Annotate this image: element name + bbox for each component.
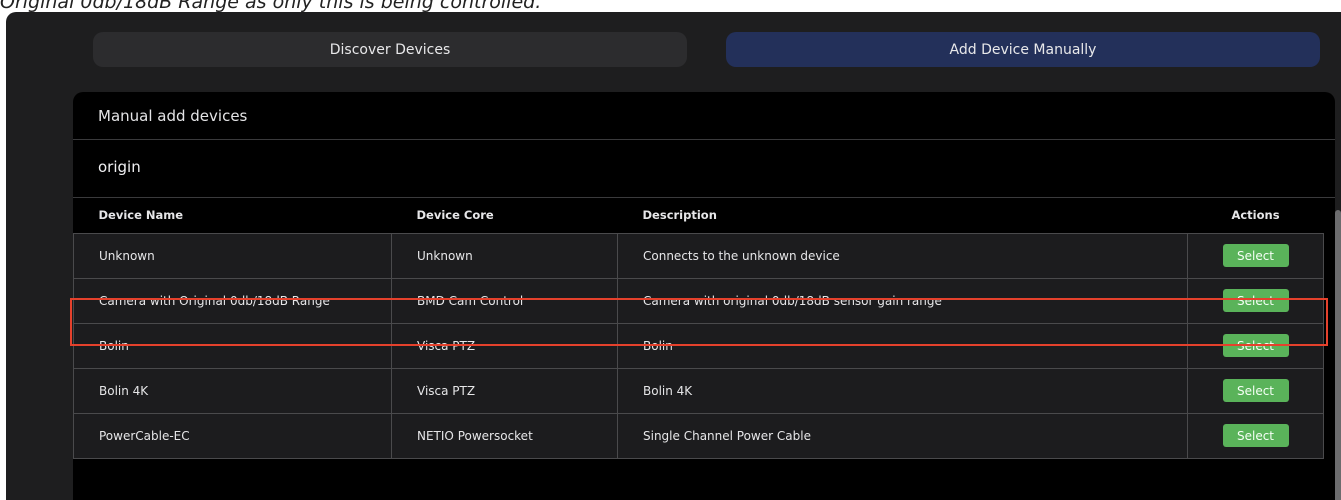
cell-device-name: Bolin 4K [73,367,392,414]
cell-device-name: Camera with Original 0db/18dB Range [73,277,392,324]
app-window: Discover Devices Add Device Manually Man… [6,12,1341,500]
scrollbar[interactable] [1335,210,1341,500]
table-row[interactable]: Bolin 4K Visca PTZ Bolin 4K Select [73,367,1324,414]
select-button[interactable]: Select [1222,334,1289,357]
table-header-row: Device Name Device Core Description Acti… [73,198,1324,233]
header-device-core[interactable]: Device Core [391,198,618,233]
cell-description: Bolin [617,322,1188,369]
cell-description: Camera with original 0db/18dB sensor gai… [617,277,1188,324]
cell-description: Single Channel Power Cable [617,412,1188,459]
cell-description: Connects to the unknown device [617,232,1188,279]
cell-actions: Select [1187,277,1324,324]
cell-device-core: Visca PTZ [391,322,618,369]
header-actions: Actions [1187,198,1324,233]
cell-device-core: NETIO Powersocket [391,412,618,459]
cell-actions: Select [1187,322,1324,369]
select-button[interactable]: Select [1222,244,1289,267]
cell-actions: Select [1187,232,1324,279]
table-row[interactable]: Camera with Original 0db/18dB Range BMD … [73,277,1324,324]
cell-description: Bolin 4K [617,367,1188,414]
tab-add-device-manually[interactable]: Add Device Manually [726,32,1320,67]
table-row[interactable]: Bolin Visca PTZ Bolin Select [73,322,1324,369]
cell-device-name: Bolin [73,322,392,369]
select-button[interactable]: Select [1222,289,1289,312]
cell-device-core: BMD Cam Control [391,277,618,324]
manual-add-panel: Manual add devices Device Name Device Co… [73,92,1335,500]
search-input[interactable] [98,158,1198,176]
divider [73,139,1335,140]
search-wrap [98,152,1198,182]
cell-actions: Select [1187,412,1324,459]
cell-device-name: PowerCable-EC [73,412,392,459]
cell-actions: Select [1187,367,1324,414]
cell-device-core: Visca PTZ [391,367,618,414]
table-row[interactable]: Unknown Unknown Connects to the unknown … [73,232,1324,279]
panel-title: Manual add devices [98,107,248,125]
table-row[interactable]: PowerCable-EC NETIO Powersocket Single C… [73,412,1324,459]
select-button[interactable]: Select [1222,379,1289,402]
device-table: Device Name Device Core Description Acti… [73,198,1324,459]
select-button[interactable]: Select [1222,424,1289,447]
cell-device-core: Unknown [391,232,618,279]
cell-device-name: Unknown [73,232,392,279]
header-device-name[interactable]: Device Name [73,198,392,233]
header-description[interactable]: Description [617,198,1188,233]
tab-discover-devices[interactable]: Discover Devices [93,32,687,67]
